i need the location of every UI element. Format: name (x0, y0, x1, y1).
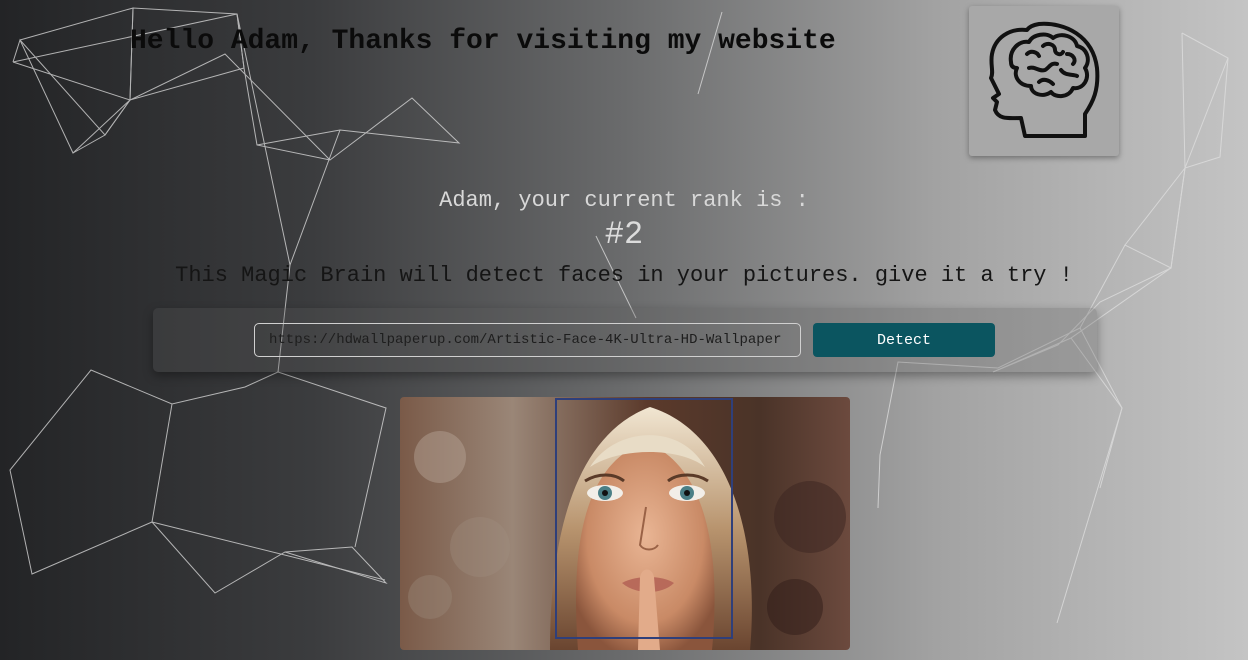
image-url-form: Detect (153, 308, 1097, 372)
image-url-input[interactable] (254, 323, 801, 357)
greeting-title: Hello Adam, Thanks for visiting my websi… (130, 26, 836, 57)
rank-value: #2 (604, 216, 644, 253)
tagline: This Magic Brain will detect faces in yo… (175, 263, 1073, 288)
brain-logo[interactable] (969, 6, 1119, 156)
face-bounding-box (555, 398, 733, 639)
brain-head-icon (989, 21, 1100, 138)
detect-button[interactable]: Detect (813, 323, 995, 357)
face-image (400, 397, 850, 650)
rank-label: Adam, your current rank is : (439, 188, 809, 213)
